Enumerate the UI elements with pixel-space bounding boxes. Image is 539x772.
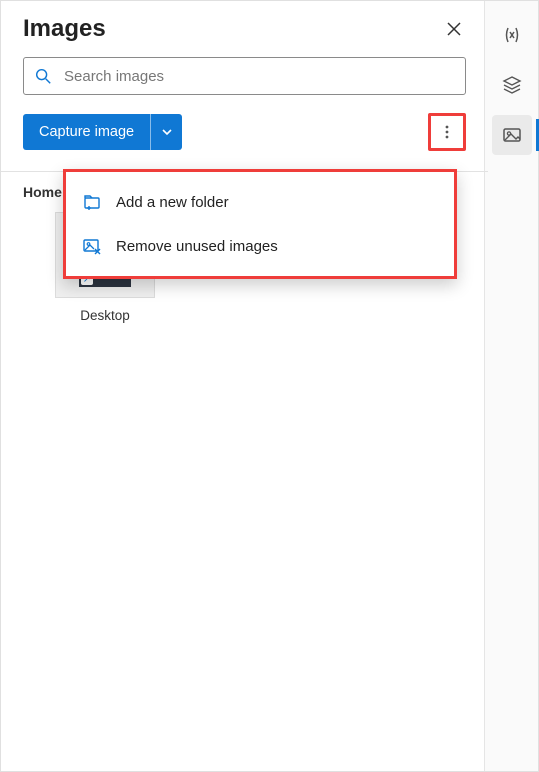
more-actions-highlight: [428, 113, 466, 151]
capture-image-label: Capture image: [39, 124, 134, 140]
rail-images-button[interactable]: [492, 115, 532, 155]
search-icon: [34, 67, 52, 85]
main-area: Images Capture image: [1, 1, 484, 771]
close-icon: [446, 21, 462, 37]
images-panel: Images Capture image: [0, 0, 539, 772]
action-row: Capture image: [23, 113, 466, 151]
search-box[interactable]: [23, 57, 466, 95]
more-actions-button[interactable]: [433, 118, 461, 146]
rail-layers-button[interactable]: [492, 65, 532, 105]
chevron-down-icon: [161, 126, 173, 138]
right-rail: [484, 1, 538, 771]
image-caption: Desktop: [80, 308, 130, 323]
remove-image-icon: [82, 236, 102, 256]
search-input[interactable]: [62, 67, 455, 86]
menu-item-remove-unused[interactable]: Remove unused images: [66, 224, 454, 268]
image-icon: [502, 125, 522, 145]
variables-icon: [502, 25, 522, 45]
capture-image-button[interactable]: Capture image: [23, 114, 150, 150]
layers-icon: [502, 75, 522, 95]
menu-item-label: Remove unused images: [116, 238, 278, 255]
capture-image-dropdown[interactable]: [150, 114, 182, 150]
menu-item-label: Add a new folder: [116, 194, 229, 211]
rail-variables-button[interactable]: [492, 15, 532, 55]
close-button[interactable]: [442, 17, 466, 41]
more-actions-menu: Add a new folder Remove unused images: [63, 169, 457, 279]
capture-image-split-button[interactable]: Capture image: [23, 114, 182, 150]
panel-title: Images: [23, 15, 106, 43]
ellipsis-vertical-icon: [439, 124, 455, 140]
add-folder-icon: [82, 192, 102, 212]
menu-item-add-folder[interactable]: Add a new folder: [66, 180, 454, 224]
panel-header: Images: [23, 15, 466, 43]
